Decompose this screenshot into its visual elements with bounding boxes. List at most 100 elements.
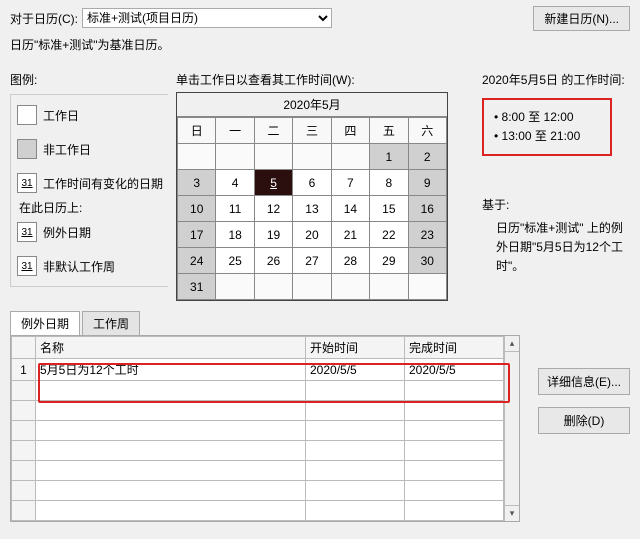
grid-cell-start[interactable]	[306, 461, 405, 481]
grid-scrollbar[interactable]: ▴ ▾	[504, 336, 519, 521]
calendar-day-cell[interactable]: 17	[178, 222, 216, 248]
table-row	[12, 421, 504, 441]
calendar-day-cell[interactable]: 7	[331, 170, 369, 196]
legend-item-label: 工作时间有变化的日期	[43, 175, 163, 192]
grid-cell-end[interactable]: 2020/5/5	[405, 359, 504, 381]
calendar-day-cell[interactable]: 27	[293, 248, 331, 274]
calendar-day-cell	[293, 144, 331, 170]
legend-item-label: 非默认工作周	[43, 258, 115, 275]
grid-cell-name[interactable]	[36, 461, 306, 481]
grid-cell-start[interactable]	[306, 381, 405, 401]
grid-header: 开始时间	[306, 337, 405, 359]
calendar-day-cell	[408, 274, 446, 300]
grid-rownum: 1	[12, 359, 36, 381]
working-hours-box: • 8:00 至 12:00 • 13:00 至 21:00	[482, 98, 612, 156]
calendar-day-cell[interactable]: 19	[254, 222, 292, 248]
grid-cell-name[interactable]	[36, 441, 306, 461]
grid-cell-end[interactable]	[405, 441, 504, 461]
grid-cell-name[interactable]	[36, 401, 306, 421]
calendar-day-cell	[216, 274, 254, 300]
legend-swatch-icon: 31	[17, 222, 37, 242]
tab-exceptions[interactable]: 例外日期	[10, 311, 80, 335]
grid-cell-start[interactable]	[306, 401, 405, 421]
grid-cell-name[interactable]: 5月5日为12个工时	[36, 359, 306, 381]
calendar-day-cell	[331, 144, 369, 170]
calendar-day-cell[interactable]: 24	[178, 248, 216, 274]
calendar-day-cell[interactable]: 16	[408, 196, 446, 222]
grid-cell-name[interactable]	[36, 421, 306, 441]
calendar-day-cell[interactable]: 9	[408, 170, 446, 196]
scroll-down-icon[interactable]: ▾	[505, 505, 519, 521]
grid-rownum	[12, 501, 36, 521]
calendar-day-cell[interactable]: 5	[254, 170, 292, 196]
grid-cell-name[interactable]	[36, 481, 306, 501]
grid-cell-name[interactable]	[36, 501, 306, 521]
calendar-day-cell[interactable]: 13	[293, 196, 331, 222]
calendar-day-cell[interactable]: 4	[216, 170, 254, 196]
calendar-select[interactable]: 标准+测试(项目日历)	[82, 8, 332, 28]
legend-swatch-icon: 31	[17, 173, 37, 193]
calendar-day-cell[interactable]: 31	[178, 274, 216, 300]
calendar-day-cell[interactable]: 15	[370, 196, 408, 222]
table-row[interactable]: 15月5日为12个工时2020/5/52020/5/5	[12, 359, 504, 381]
basis-text: 日历"标准+测试" 上的例外日期"5月5日为12个工时"。	[482, 219, 630, 277]
calendar-day-cell[interactable]: 1	[370, 144, 408, 170]
legend-item: 工作日	[17, 105, 164, 125]
grid-rownum	[12, 381, 36, 401]
calendar-day-cell[interactable]: 8	[370, 170, 408, 196]
calendar-day-cell[interactable]: 20	[293, 222, 331, 248]
grid-cell-end[interactable]	[405, 381, 504, 401]
grid-cell-end[interactable]	[405, 501, 504, 521]
table-row	[12, 461, 504, 481]
calendar-dow-header: 二	[254, 118, 292, 144]
calendar-day-cell[interactable]: 22	[370, 222, 408, 248]
calendar-label: 对于日历(C):	[10, 10, 78, 27]
grid-cell-start[interactable]	[306, 481, 405, 501]
legend-swatch-icon	[17, 139, 37, 159]
tab-workweeks[interactable]: 工作周	[82, 311, 140, 335]
legend-item: 非工作日	[17, 139, 164, 159]
calendar-day-cell[interactable]: 11	[216, 196, 254, 222]
basis-label: 基于:	[482, 196, 630, 213]
calendar-day-cell[interactable]: 28	[331, 248, 369, 274]
calendar-day-cell[interactable]: 3	[178, 170, 216, 196]
scroll-up-icon[interactable]: ▴	[505, 336, 519, 352]
grid-rownum	[12, 441, 36, 461]
grid-cell-start[interactable]	[306, 441, 405, 461]
calendar-day-cell[interactable]: 6	[293, 170, 331, 196]
calendar-day-cell[interactable]: 23	[408, 222, 446, 248]
grid-cell-start[interactable]: 2020/5/5	[306, 359, 405, 381]
grid-cell-end[interactable]	[405, 421, 504, 441]
grid-cell-start[interactable]	[306, 421, 405, 441]
grid-rownum	[12, 401, 36, 421]
grid-cell-end[interactable]	[405, 401, 504, 421]
calendar-day-cell[interactable]: 26	[254, 248, 292, 274]
grid-cell-name[interactable]	[36, 381, 306, 401]
calendar-prompt: 单击工作日以查看其工作时间(W):	[176, 71, 448, 88]
legend-item: 31非默认工作周	[17, 256, 164, 276]
grid-cell-end[interactable]	[405, 481, 504, 501]
calendar-day-cell[interactable]: 21	[331, 222, 369, 248]
legend-box: 工作日非工作日 31 工作时间有变化的日期 在此日历上: 31 例外日期 31非默认工作…	[10, 94, 168, 287]
calendar-grid: 2020年5月 日一二三四五六1234567891011121314151617…	[176, 92, 448, 301]
calendar-day-cell[interactable]: 14	[331, 196, 369, 222]
calendar-day-cell	[370, 274, 408, 300]
calendar-day-cell[interactable]: 10	[178, 196, 216, 222]
grid-cell-end[interactable]	[405, 461, 504, 481]
calendar-day-cell[interactable]: 25	[216, 248, 254, 274]
new-calendar-button[interactable]: 新建日历(N)...	[533, 6, 630, 31]
grid-header: 名称	[36, 337, 306, 359]
calendar-day-cell[interactable]: 2	[408, 144, 446, 170]
delete-button[interactable]: 删除(D)	[538, 407, 630, 434]
details-button[interactable]: 详细信息(E)...	[538, 368, 630, 395]
calendar-day-cell[interactable]: 18	[216, 222, 254, 248]
calendar-day-cell[interactable]: 12	[254, 196, 292, 222]
legend-subhead: 在此日历上:	[19, 199, 164, 216]
grid-header: 完成时间	[405, 337, 504, 359]
calendar-day-cell[interactable]: 29	[370, 248, 408, 274]
calendar-day-cell	[178, 144, 216, 170]
calendar-day-cell[interactable]: 30	[408, 248, 446, 274]
exception-grid: 名称开始时间完成时间15月5日为12个工时2020/5/52020/5/5 ▴ …	[10, 335, 520, 522]
legend-item-label: 例外日期	[43, 224, 91, 241]
grid-cell-start[interactable]	[306, 501, 405, 521]
